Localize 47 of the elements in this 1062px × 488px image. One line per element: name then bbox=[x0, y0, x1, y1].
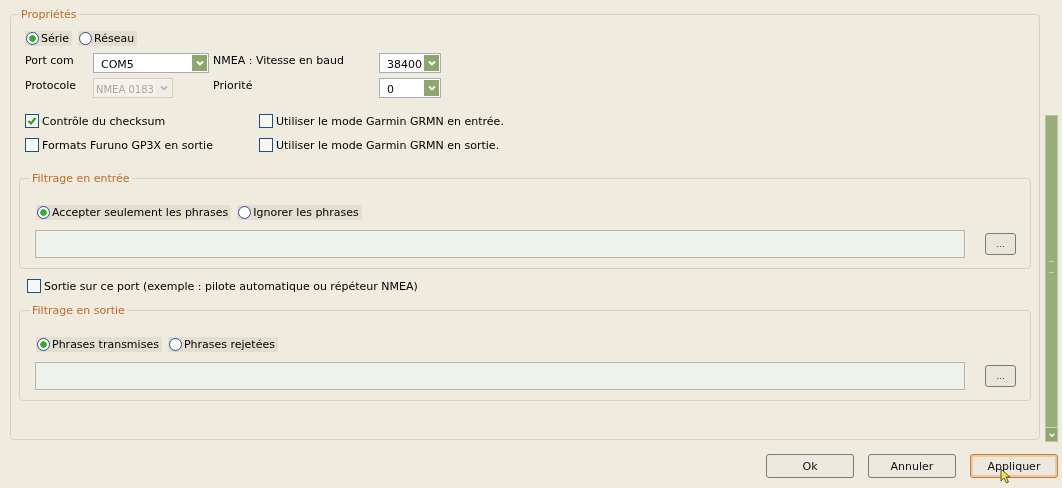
group-title: Filtrage en entrée bbox=[31, 172, 131, 185]
checkbox[interactable] bbox=[259, 114, 273, 128]
radio-button[interactable] bbox=[238, 206, 252, 219]
checkbox-option[interactable]: Utiliser le mode Garmin GRMN en entrée. bbox=[259, 114, 1031, 128]
radio-option[interactable]: Série bbox=[25, 31, 73, 46]
dialog-button[interactable]: Appliquer bbox=[970, 454, 1058, 478]
field-label: Priorité bbox=[213, 78, 254, 92]
radio-option[interactable]: Réseau bbox=[78, 31, 138, 46]
dropdown[interactable]: COM5 bbox=[93, 53, 209, 73]
radio-option[interactable]: Accepter seulement les phrases bbox=[36, 205, 232, 220]
checkbox[interactable] bbox=[25, 114, 39, 128]
dialog-button[interactable]: Ok bbox=[766, 454, 854, 478]
text-field[interactable] bbox=[35, 230, 965, 258]
radio-button[interactable] bbox=[168, 338, 182, 351]
dropdown[interactable]: 0 bbox=[379, 78, 441, 98]
dropdown[interactable]: 38400 bbox=[379, 53, 441, 73]
chevron-down-icon bbox=[424, 55, 439, 71]
checkbox[interactable] bbox=[27, 279, 41, 293]
radio-button[interactable] bbox=[26, 32, 39, 45]
checkbox-option[interactable]: Sortie sur ce port (exemple : pilote automatique ou répéteur NMEA) bbox=[27, 279, 418, 293]
scrollbar[interactable] bbox=[1045, 115, 1058, 442]
checkbox[interactable] bbox=[259, 138, 273, 152]
browse-button[interactable]: ... bbox=[985, 365, 1016, 387]
radio-option[interactable]: Phrases rejetées bbox=[167, 337, 278, 352]
radio-button[interactable] bbox=[37, 206, 50, 219]
chevron-down-icon bbox=[192, 55, 207, 71]
radio-option[interactable]: Ignorer les phrases bbox=[237, 205, 362, 220]
checkbox-option[interactable]: Utiliser le mode Garmin GRMN en sortie. bbox=[259, 138, 1031, 152]
checkbox[interactable] bbox=[25, 138, 39, 152]
checkbox-option[interactable]: Contrôle du checksum bbox=[25, 114, 259, 128]
chevron-down-icon bbox=[424, 80, 439, 96]
radio-button[interactable] bbox=[79, 32, 93, 45]
radio-option[interactable]: Phrases transmises bbox=[36, 337, 162, 352]
radio-button[interactable] bbox=[37, 338, 50, 351]
field-label: NMEA : Vitesse en baud bbox=[213, 53, 345, 67]
scroll-down-button[interactable] bbox=[1046, 427, 1057, 441]
field-label: Protocole bbox=[25, 78, 78, 92]
dialog-button[interactable]: Annuler bbox=[868, 454, 956, 478]
browse-button[interactable]: ... bbox=[985, 233, 1016, 255]
group-title: Propriétés bbox=[20, 8, 78, 21]
scroll-thumb[interactable] bbox=[1049, 261, 1054, 273]
group-title: Filtrage en sortie bbox=[31, 304, 126, 317]
text-field[interactable] bbox=[35, 362, 965, 390]
checkmark-icon bbox=[27, 116, 37, 126]
field-label: Port com bbox=[25, 53, 75, 67]
chevron-down-icon bbox=[156, 80, 171, 96]
checkbox-option[interactable]: Formats Furuno GP3X en sortie bbox=[25, 138, 259, 152]
